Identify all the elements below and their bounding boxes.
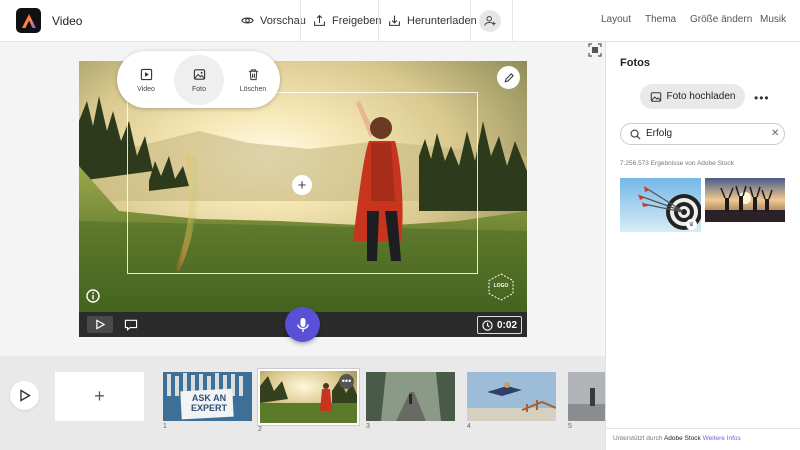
layout-link[interactable]: Layout	[601, 14, 631, 25]
header-divider	[300, 0, 301, 41]
play-icon	[19, 389, 31, 402]
play-icon	[95, 319, 105, 330]
top-bar: Video Vorschau Freigeben Herunterladen L…	[0, 0, 800, 42]
clock-icon	[482, 319, 493, 331]
caption-button[interactable]	[118, 316, 144, 333]
edit-button[interactable]	[497, 66, 520, 89]
play-scene-button[interactable]	[87, 316, 113, 333]
photo-upload-icon	[650, 91, 661, 102]
more-options-button[interactable]: •••	[754, 91, 770, 105]
microphone-icon	[296, 317, 309, 332]
fullscreen-icon[interactable]	[588, 43, 602, 57]
scene-number: 5	[568, 423, 572, 430]
add-person-icon	[484, 16, 496, 26]
menu-item-delete[interactable]: Löschen	[228, 55, 278, 105]
panel-title: Fotos	[620, 57, 650, 69]
learn-more-link[interactable]: Weitere Infos	[703, 435, 741, 442]
media-type-menu: Video Foto Löschen	[117, 51, 280, 108]
scene-number: 4	[467, 423, 471, 430]
logo-placeholder-label: LOGO	[493, 283, 509, 289]
record-voice-button[interactable]	[285, 307, 320, 342]
add-media-button[interactable]: +	[292, 175, 312, 195]
scene-number: 1	[163, 423, 167, 430]
scene-number: 3	[366, 423, 370, 430]
scene-thumbnail-5[interactable]	[568, 372, 605, 421]
upload-photo-button[interactable]: Foto hochladen	[640, 84, 745, 109]
scene-options-button[interactable]: •••	[339, 374, 354, 389]
duration-button[interactable]: 0:02	[477, 316, 522, 334]
header-divider	[512, 0, 513, 41]
eye-icon	[241, 17, 254, 24]
search-icon	[630, 129, 641, 140]
share-icon	[314, 14, 325, 26]
download-label: Herunterladen	[407, 14, 477, 27]
premium-crown-icon: ♛	[686, 219, 697, 230]
music-link[interactable]: Musik	[760, 14, 786, 25]
logo-icon	[21, 13, 36, 28]
duration-value: 0:02	[496, 319, 517, 331]
app-title: Video	[52, 14, 83, 28]
scene-thumbnail-3[interactable]	[366, 372, 455, 421]
preview-button[interactable]: Vorschau	[241, 0, 306, 41]
menu-item-video[interactable]: Video	[121, 55, 171, 105]
search-input[interactable]	[646, 128, 764, 139]
scene-thumbnail-1[interactable]: ASK AN EXPERT	[163, 372, 252, 421]
theme-link[interactable]: Thema	[645, 14, 676, 25]
share-button[interactable]: Freigeben	[313, 0, 382, 41]
download-button[interactable]: Herunterladen	[388, 0, 477, 41]
panel-footer: Unterstützt durch Adobe Stock Weitere In…	[605, 428, 800, 450]
add-scene-button[interactable]: +	[55, 372, 144, 421]
logo-placeholder[interactable]: LOGO	[487, 273, 515, 301]
upload-photo-label: Foto hochladen	[666, 91, 736, 102]
scene-image	[467, 372, 556, 421]
play-all-button[interactable]	[10, 381, 39, 410]
header-divider	[470, 0, 471, 41]
adobe-express-logo[interactable]	[16, 8, 41, 33]
download-icon	[389, 15, 400, 26]
invite-button[interactable]	[479, 10, 501, 32]
scene-image	[366, 372, 455, 421]
info-icon[interactable]	[86, 289, 100, 303]
video-icon	[140, 68, 152, 80]
sign-text: ASK AN EXPERT	[190, 393, 227, 413]
menu-item-label: Foto	[191, 85, 206, 93]
preview-label: Vorschau	[260, 14, 306, 27]
scene-number: 2	[258, 426, 262, 433]
menu-item-label: Löschen	[239, 85, 267, 93]
resize-link[interactable]: Größe ändern	[690, 14, 752, 25]
photo-icon	[193, 68, 205, 80]
share-label: Freigeben	[332, 14, 382, 27]
photo-image	[705, 178, 785, 222]
photo-search[interactable]: ✕	[620, 123, 785, 145]
footer-brand: Adobe Stock	[663, 435, 701, 442]
clear-search-icon[interactable]: ✕	[771, 128, 779, 139]
footer-prefix: Unterstützt durch	[613, 435, 663, 442]
scene-thumbnail-4[interactable]	[467, 372, 556, 421]
header-divider	[378, 0, 379, 41]
stock-photo-celebration[interactable]	[705, 178, 785, 222]
menu-item-label: Video	[137, 85, 155, 93]
scene-image	[568, 372, 605, 421]
results-count: 7.256.573 Ergebnisse von Adobe Stock	[620, 160, 734, 167]
pencil-icon	[503, 72, 514, 83]
speech-bubble-icon	[124, 319, 138, 331]
trash-icon	[248, 68, 258, 80]
menu-item-photo[interactable]: Foto	[174, 55, 224, 105]
